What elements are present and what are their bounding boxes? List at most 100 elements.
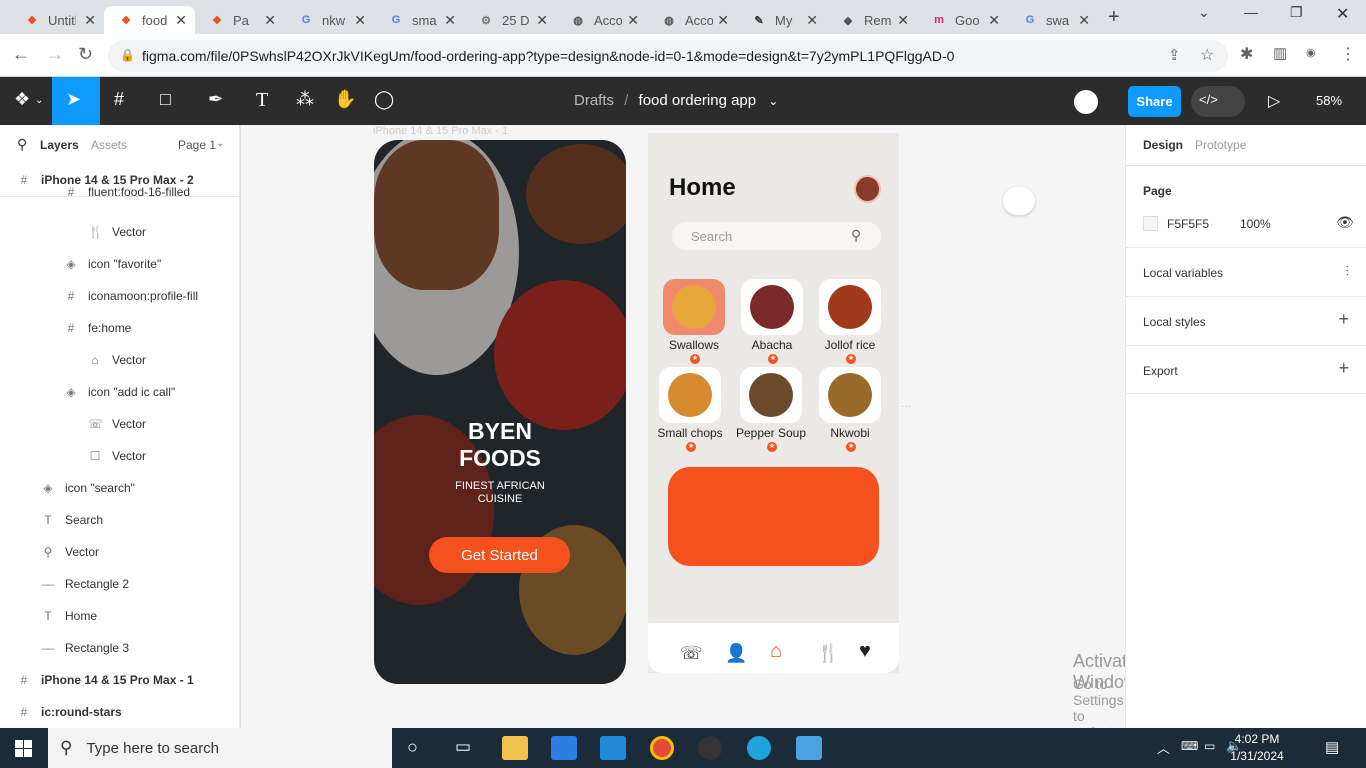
photos-icon[interactable] [796, 736, 822, 760]
taskbar-clock[interactable]: 4:02 PM 1/31/2024 [1228, 731, 1286, 765]
category-label[interactable]: Nkwobi [810, 426, 890, 440]
search-icon[interactable]: ⚲ [17, 136, 27, 153]
text-tool-icon[interactable]: T [256, 89, 268, 112]
tab-design[interactable]: Design [1143, 138, 1183, 152]
splash-screen-frame[interactable]: BYEN FOODS FINEST AFRICAN CUISINE Get St… [374, 140, 626, 684]
forward-icon[interactable]: → [46, 44, 64, 65]
file-explorer-icon[interactable] [502, 736, 528, 760]
task-view-icon[interactable]: ▭ [455, 737, 471, 757]
browser-tab[interactable]: ✎ My ✕ [737, 6, 826, 34]
close-tab-icon[interactable]: ✕ [444, 12, 456, 29]
variables-sliders-icon[interactable]: ⫶ [1346, 263, 1350, 280]
category-label[interactable]: Pepper Soup [731, 426, 811, 440]
layer-row[interactable]: # ic:round-stars [0, 696, 240, 728]
close-tab-icon[interactable]: ✕ [806, 12, 818, 29]
tab-layers[interactable]: Layers [40, 138, 79, 152]
frame-tool-icon[interactable]: # [114, 89, 124, 110]
rectangle-tool-icon[interactable]: □ [160, 89, 171, 110]
network-icon[interactable]: ▭ [1204, 739, 1215, 753]
resources-icon[interactable]: ⁂ [296, 89, 314, 110]
add-call-icon[interactable]: ☏ [680, 643, 703, 664]
layer-row[interactable]: # iconamoon:profile-fill [0, 280, 240, 312]
chevron-down-icon[interactable]: ⌄ [768, 94, 778, 108]
dev-mode-toggle[interactable]: </> [1191, 86, 1245, 117]
move-tool-button[interactable]: ➤ [52, 77, 100, 125]
browser-tab[interactable]: ◆ Rem ✕ [826, 6, 917, 34]
layer-row[interactable]: ◈ icon "add ic call" [0, 376, 240, 408]
food-icon[interactable]: 🍴 [817, 643, 839, 664]
reload-icon[interactable]: ↻ [78, 44, 93, 65]
bookmark-star-icon[interactable]: ☆ [1200, 45, 1214, 65]
windows-start-icon[interactable] [15, 740, 32, 757]
frame-label[interactable]: iPhone 14 & 15 Pro Max - 1 [373, 125, 508, 137]
chevron-down-icon[interactable]: ⌄ [35, 95, 43, 106]
category-card[interactable] [819, 279, 881, 335]
profile-icon[interactable]: 👤 [725, 643, 747, 664]
browser-tab[interactable]: ◍ Acco ✕ [556, 6, 647, 34]
home-icon[interactable]: ⌂ [770, 640, 782, 663]
canvas[interactable]: iPhone 14 & 15 Pro Max - 1 BYEN FOODS FI… [241, 125, 1125, 728]
tab-search-chevron-icon[interactable]: ⌄ [1198, 4, 1210, 21]
browser-tab[interactable]: Gsma ✕ [374, 6, 464, 34]
side-panel-icon[interactable]: ▥ [1273, 44, 1287, 62]
close-tab-icon[interactable]: ✕ [536, 12, 548, 29]
category-label[interactable]: Jollof rice [810, 338, 890, 352]
chrome-icon[interactable] [650, 736, 674, 760]
local-styles-label[interactable]: Local styles [1143, 315, 1206, 329]
layer-row[interactable]: ◈ icon "search" [0, 472, 240, 504]
category-card[interactable] [740, 367, 802, 423]
page-color-swatch[interactable] [1143, 216, 1158, 231]
profile-icon[interactable]: ◉ [1306, 46, 1316, 59]
app-w-icon[interactable] [698, 736, 722, 760]
minimize-button[interactable]: — [1244, 4, 1258, 20]
close-tab-icon[interactable]: ✕ [627, 12, 639, 29]
browser-tab[interactable]: Gswa ✕ [1008, 6, 1098, 34]
tab-prototype[interactable]: Prototype [1195, 138, 1246, 152]
present-icon[interactable]: ▷ [1268, 91, 1280, 111]
close-tab-icon[interactable]: ✕ [717, 12, 729, 29]
layer-row[interactable]: ☐ Vector [0, 440, 240, 472]
close-tab-icon[interactable]: ✕ [988, 12, 1000, 29]
close-tab-icon[interactable]: ✕ [354, 12, 366, 29]
category-card[interactable] [741, 279, 803, 335]
restore-button[interactable]: ❐ [1290, 4, 1303, 21]
figma-main-menu-icon[interactable]: ❖ [14, 89, 30, 110]
hand-tool-icon[interactable]: ✋ [334, 89, 356, 110]
layer-row[interactable]: — Rectangle 3 [0, 632, 240, 664]
browser-tab[interactable]: ❖ Untitled ✕ [10, 6, 104, 34]
browser-tab[interactable]: ⚙ 25 D ✕ [464, 6, 556, 34]
add-style-plus-icon[interactable]: + [1338, 309, 1349, 330]
layer-row[interactable]: ⚲ Vector [0, 536, 240, 568]
close-window-button[interactable]: ✕ [1336, 4, 1349, 24]
home-screen-frame[interactable]: Home Search ⚲ Swallows ★ Abacha ★ Jollof ric… [648, 133, 899, 673]
layer-row[interactable]: 🍴 Vector [0, 216, 240, 248]
taskbar-search-box[interactable]: ⚲ Type here to search [48, 728, 392, 768]
avatar[interactable] [1074, 90, 1098, 114]
browser-tab[interactable]: ◍ Acco ✕ [647, 6, 737, 34]
visibility-eye-icon[interactable]: 👁 [1336, 214, 1354, 231]
share-page-icon[interactable]: ⇪ [1168, 46, 1181, 64]
get-started-button[interactable]: Get Started [429, 537, 570, 573]
tray-chevron-icon[interactable]: ︿ [1157, 738, 1170, 757]
store-icon[interactable] [551, 736, 577, 760]
category-label[interactable]: Swallows [654, 338, 734, 352]
tab-assets[interactable]: Assets [91, 138, 127, 152]
close-tab-icon[interactable]: ✕ [1078, 12, 1090, 29]
category-label[interactable]: Small chops [650, 426, 730, 440]
chrome-menu-icon[interactable]: ⋮ [1340, 44, 1356, 64]
export-label[interactable]: Export [1143, 364, 1178, 378]
category-label[interactable]: Abacha [732, 338, 812, 352]
layer-row[interactable]: ☏ Vector [0, 408, 240, 440]
notification-icon[interactable]: ▤ [1325, 738, 1339, 756]
browser-tab[interactable]: ❖ Pa ✕ [195, 6, 284, 34]
search-bar[interactable]: Search ⚲ [672, 222, 881, 250]
page-opacity[interactable]: 100% [1240, 217, 1271, 231]
cortana-icon[interactable]: ○ [407, 737, 418, 758]
close-tab-icon[interactable]: ✕ [897, 12, 909, 29]
close-tab-icon[interactable]: ✕ [84, 12, 96, 29]
extensions-icon[interactable]: ✱ [1240, 44, 1253, 64]
edge-icon[interactable] [747, 736, 771, 760]
language-icon[interactable]: ⌨ [1181, 739, 1198, 753]
category-card[interactable] [819, 367, 881, 423]
close-tab-icon[interactable]: ✕ [264, 12, 276, 29]
